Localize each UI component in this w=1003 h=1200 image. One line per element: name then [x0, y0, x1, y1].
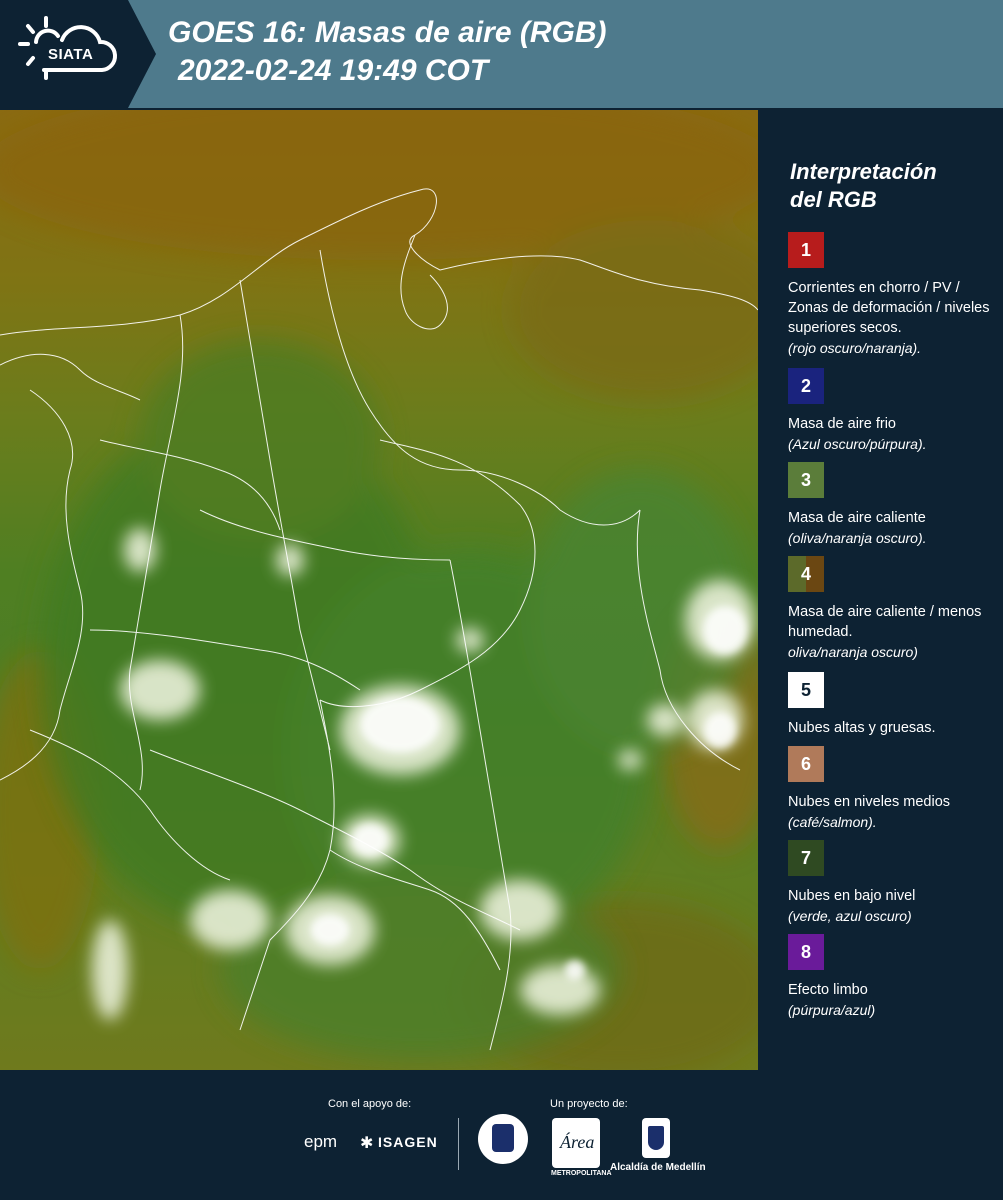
metropolitana-label: METROPOLITANA [551, 1170, 612, 1177]
legend-item-7: 7 Nubes en bajo nivel (verde, azul oscur… [788, 840, 993, 926]
legend-item-6: 6 Nubes en niveles medios (café/salmon). [788, 746, 993, 832]
header-bar: SIATA GOES 16: Masas de aire (RGB) 2022-… [0, 0, 1003, 108]
legend-sub-1: (rojo oscuro/naranja). [788, 340, 922, 356]
legend-title-line-1: Interpretación [790, 159, 937, 184]
legend-item-1: 1 Corrientes en chorro / PV / Zonas de d… [788, 232, 993, 358]
legend-swatch-5: 5 [788, 672, 824, 708]
legend-item-2: 2 Masa de aire frio (Azul oscuro/púrpura… [788, 368, 993, 454]
legend-title: Interpretación del RGB [790, 158, 990, 214]
legend-item-4: 4 Masa de aire caliente / menos humedad.… [788, 556, 993, 662]
legend-desc-4: Masa de aire caliente / menos humedad. [788, 604, 982, 640]
footer: Con el apoyo de: Un proyecto de: epm ✱ I… [0, 1070, 1003, 1200]
footer-divider [458, 1118, 459, 1170]
isagen-logo: ISAGEN [378, 1134, 438, 1150]
title-line-2: 2022-02-24 19:49 COT [178, 54, 489, 87]
area-metropolitana-logo: Área [552, 1118, 600, 1168]
legend-desc-2: Masa de aire frio [788, 416, 896, 432]
legend-swatch-7: 7 [788, 840, 824, 876]
legend-swatch-6: 6 [788, 746, 824, 782]
legend-swatch-1: 1 [788, 232, 824, 268]
legend-desc-3: Masa de aire caliente [788, 510, 926, 526]
legend-item-3: 3 Masa de aire caliente (oliva/naranja o… [788, 462, 993, 548]
legend-desc-5: Nubes altas y gruesas. [788, 720, 936, 736]
legend-desc-1: Corrientes en chorro / PV / Zonas de def… [788, 280, 990, 336]
legend-desc-8: Efecto limbo [788, 982, 868, 998]
alcaldia-shield-icon [642, 1118, 670, 1158]
page-title: GOES 16: Masas de aire (RGB) 2022-02-24 … [168, 14, 607, 90]
legend-sub-2: (Azul oscuro/púrpura). [788, 436, 927, 452]
legend-panel: Interpretación del RGB 1 Corrientes en c… [760, 110, 1003, 1070]
title-line-1: GOES 16: Masas de aire (RGB) [168, 16, 607, 49]
project-label: Un proyecto de: [550, 1098, 628, 1110]
legend-desc-7: Nubes en bajo nivel [788, 888, 916, 904]
legend-sub-7: (verde, azul oscuro) [788, 908, 912, 924]
legend-sub-4: oliva/naranja oscuro) [788, 644, 918, 660]
satellite-imagery [0, 110, 758, 1070]
legend-sub-3: (oliva/naranja oscuro). [788, 530, 927, 546]
legend-sub-6: (café/salmon). [788, 814, 877, 830]
legend-swatch-4: 4 [788, 556, 824, 592]
legend-sub-8: (púrpura/azul) [788, 1002, 876, 1018]
siata-logo: SIATA [0, 0, 128, 108]
epm-logo: epm [304, 1132, 338, 1151]
satellite-map [0, 110, 758, 1070]
legend-title-line-2: del RGB [790, 187, 877, 212]
legend-swatch-8: 8 [788, 934, 824, 970]
isagen-mark-icon: ✱ [360, 1135, 374, 1152]
legend-swatch-2: 2 [788, 368, 824, 404]
legend-desc-6: Nubes en niveles medios [788, 794, 951, 810]
legend-item-8: 8 Efecto limbo (púrpura/azul) [788, 934, 993, 1020]
logo-chevron [128, 0, 156, 108]
medellin-seal-icon [478, 1114, 528, 1164]
logo-text: SIATA [48, 46, 94, 63]
legend-item-5: 5 Nubes altas y gruesas. [788, 672, 993, 738]
alcaldia-label: Alcaldía de Medellín [610, 1162, 706, 1173]
support-label: Con el apoyo de: [328, 1098, 412, 1110]
legend-swatch-3: 3 [788, 462, 824, 498]
